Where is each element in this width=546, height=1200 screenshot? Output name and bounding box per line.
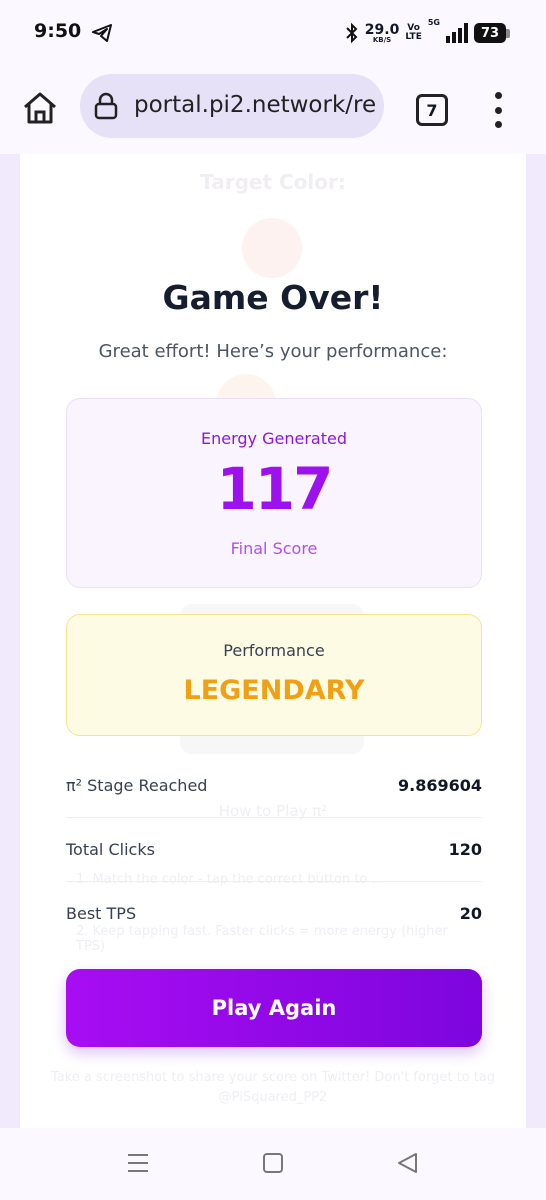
energy-value: 117 [216, 455, 333, 523]
back-icon[interactable] [396, 1152, 418, 1174]
home-icon[interactable] [20, 88, 60, 128]
energy-label: Energy Generated [201, 429, 347, 448]
stat-row-clicks: Total Clicks 120 [66, 818, 482, 882]
energy-card: Energy Generated 117 Final Score [66, 398, 482, 588]
share-footer: Take a screenshot to share your score on… [50, 1070, 496, 1105]
stat-value: 120 [448, 840, 482, 859]
telegram-icon [92, 24, 112, 42]
network-speed: 29.0 KB/S [364, 21, 400, 44]
result-subtitle: Great effort! Here’s your performance: [98, 341, 448, 362]
target-color-label: Target Color: [200, 170, 346, 194]
lock-icon [94, 92, 118, 120]
recent-apps-icon[interactable] [127, 1153, 149, 1173]
target-color-swatch [242, 218, 302, 278]
browser-toolbar: portal.pi2.network/re 7 [0, 64, 546, 154]
status-bar: 9:50 29.0 KB/S Vo LTE 5G 73 [0, 0, 546, 64]
performance-label: Performance [223, 641, 325, 660]
game-over-title: Game Over! [162, 278, 384, 317]
battery-icon: 73 [474, 23, 510, 43]
play-again-button[interactable]: Play Again [66, 969, 482, 1047]
system-nav-bar [0, 1128, 546, 1200]
status-icons: 29.0 KB/S Vo LTE 5G 73 [345, 18, 510, 46]
overflow-menu-icon[interactable] [490, 92, 506, 128]
volte-indicator: Vo LTE [405, 23, 422, 42]
network-type: 5G [427, 18, 440, 27]
stat-label: Total Clicks [66, 840, 155, 859]
stat-value: 9.869604 [397, 776, 482, 795]
url-text: portal.pi2.network/re [134, 92, 377, 118]
web-page: Target Color: How to Play π² 1. Match th… [0, 154, 546, 1128]
status-time: 9:50 [34, 20, 82, 42]
stat-value: 20 [459, 904, 482, 923]
bluetooth-icon [346, 22, 358, 44]
performance-card: Performance LEGENDARY [66, 614, 482, 736]
stat-row-stage: π² Stage Reached 9.869604 [66, 754, 482, 818]
performance-rating: LEGENDARY [183, 675, 365, 706]
stat-label: π² Stage Reached [66, 776, 208, 795]
url-bar[interactable]: portal.pi2.network/re [80, 74, 384, 138]
home-nav-icon[interactable] [263, 1153, 283, 1173]
signal-icon [446, 23, 468, 43]
game-card: Target Color: How to Play π² 1. Match th… [20, 154, 526, 1128]
tab-switcher-button[interactable]: 7 [416, 94, 448, 126]
stat-label: Best TPS [66, 904, 137, 923]
final-score-label: Final Score [230, 539, 318, 558]
stat-row-tps: Best TPS 20 [66, 882, 482, 946]
